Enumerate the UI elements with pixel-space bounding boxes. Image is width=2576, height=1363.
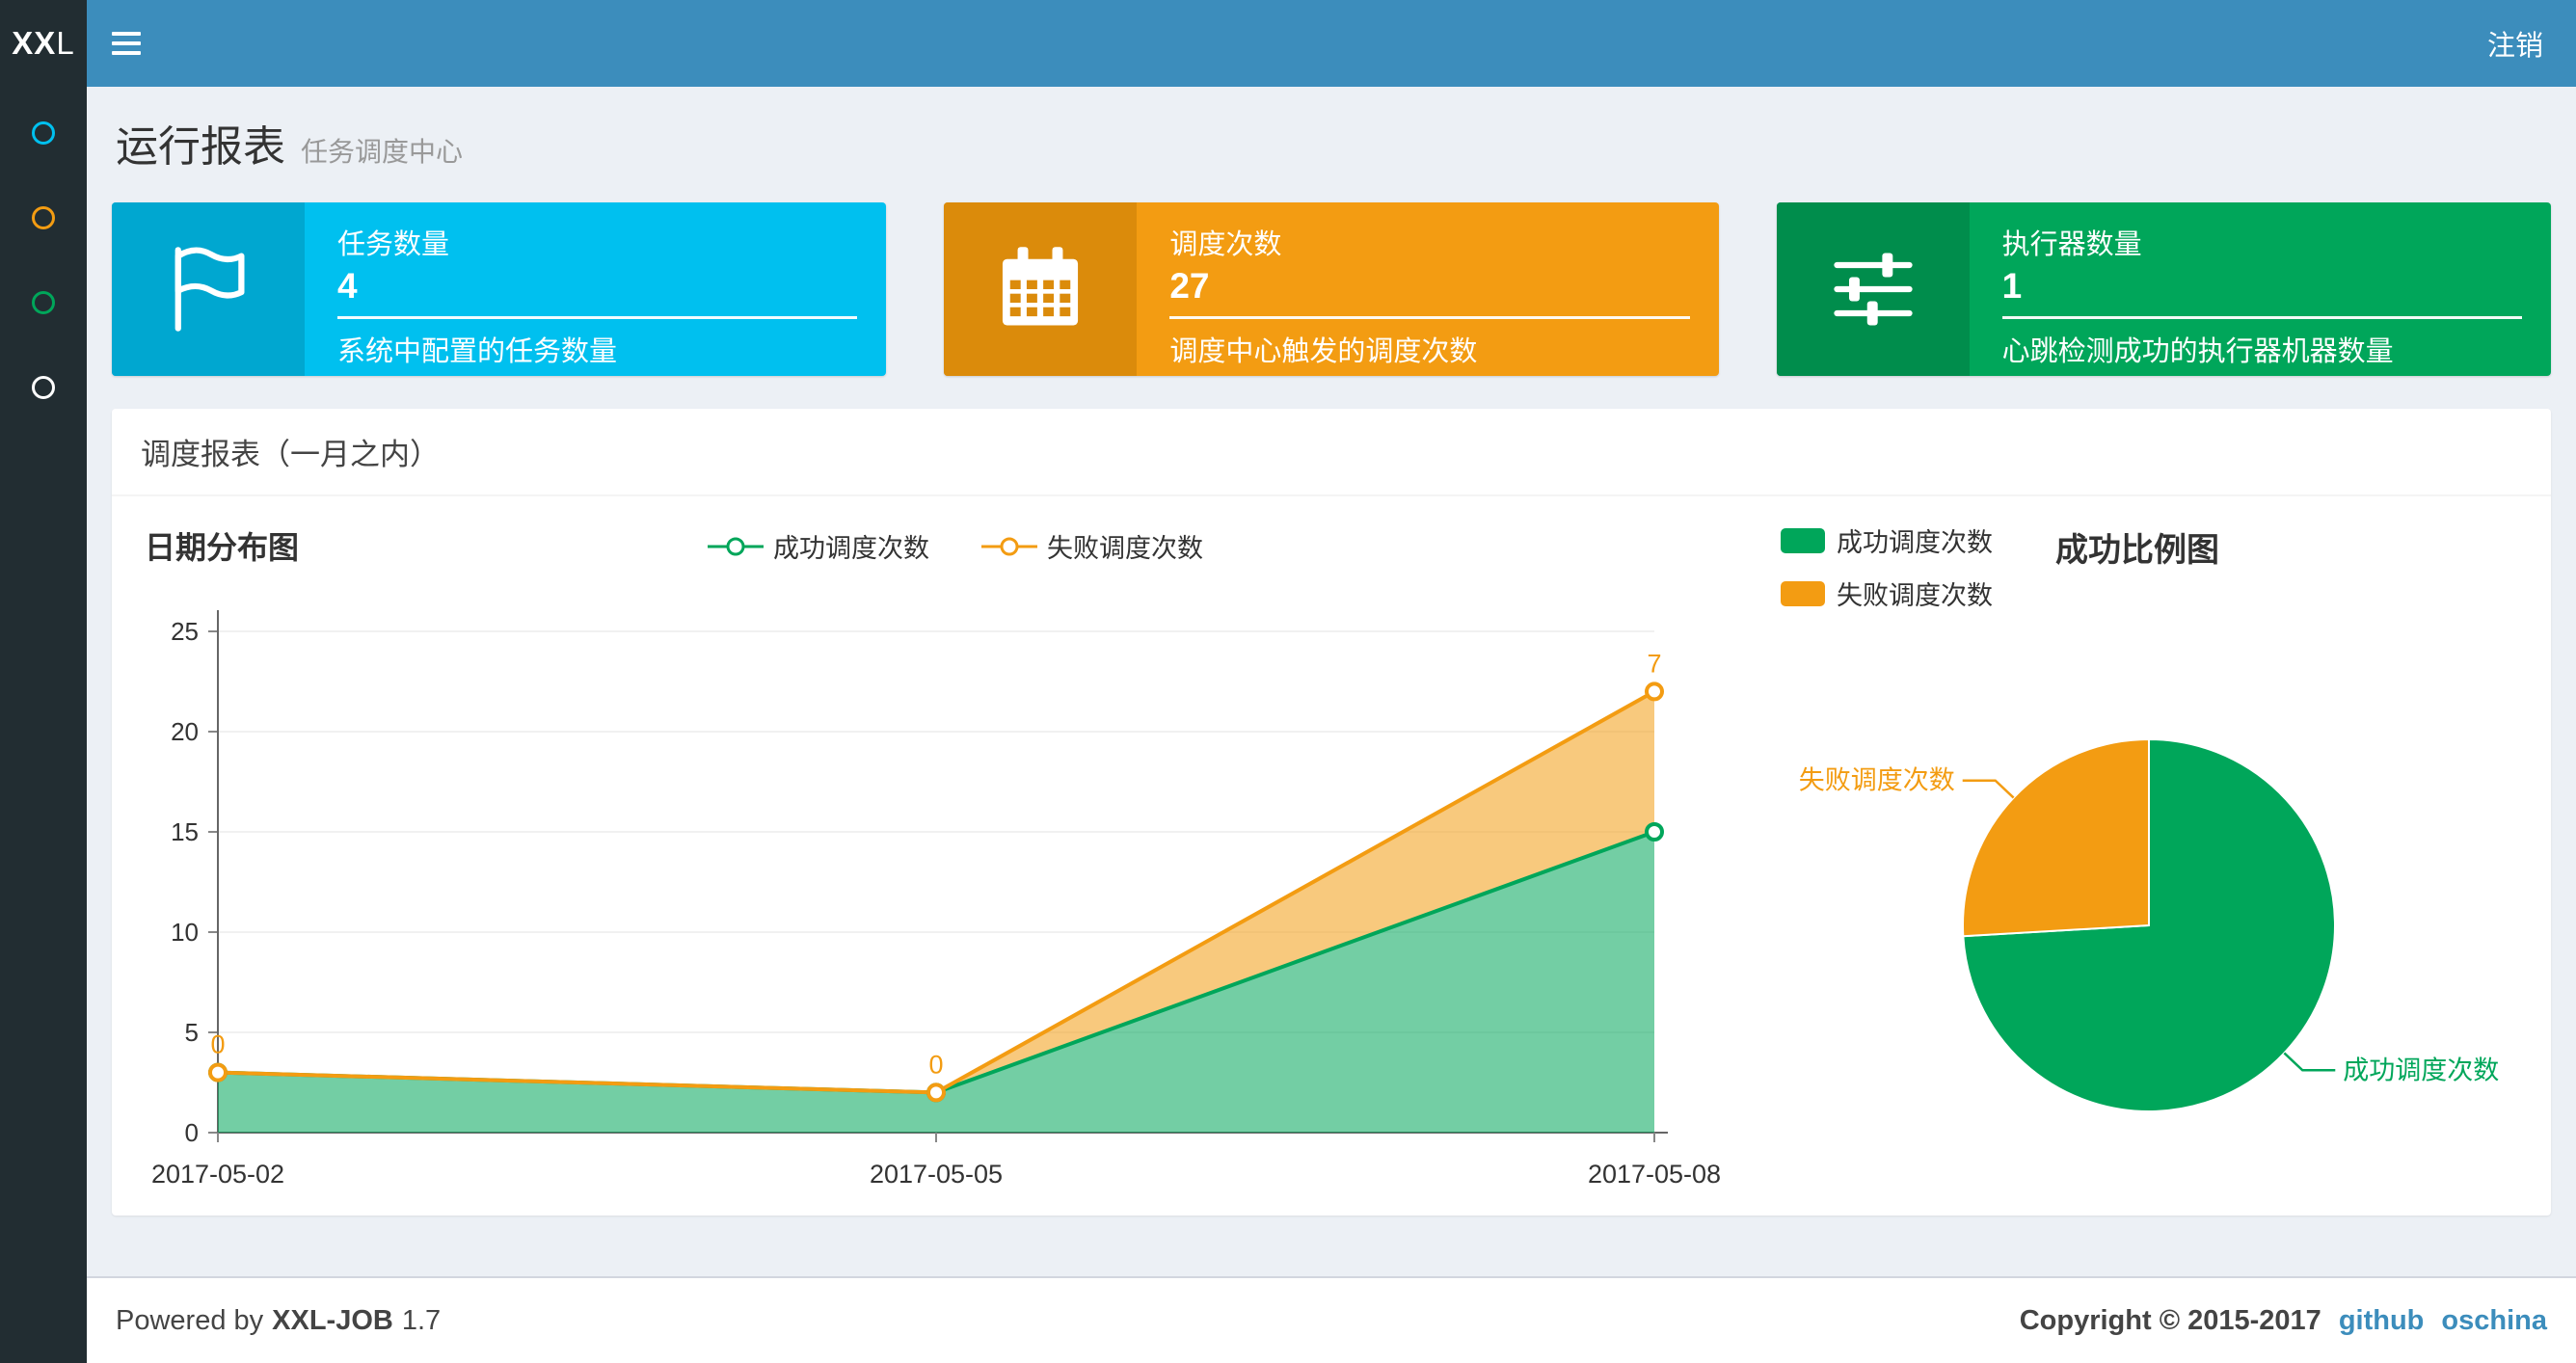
sidebar-item-job-log[interactable] (0, 260, 87, 345)
info-box-flag: 任务数量 4 系统中配置的任务数量 (112, 202, 887, 376)
github-link[interactable]: github (2339, 1305, 2425, 1337)
circle-icon (32, 291, 55, 314)
pie-legend-item-success[interactable]: 成功调度次数 (1781, 521, 1993, 559)
top-navbar: XX L 注销 (0, 0, 2576, 87)
svg-text:0: 0 (185, 1118, 199, 1147)
content-header: 运行报表 任务调度中心 (87, 87, 2576, 174)
sliders-icon (1776, 202, 1970, 376)
svg-text:2017-05-08: 2017-05-08 (1588, 1160, 1721, 1189)
svg-text:15: 15 (171, 817, 199, 846)
svg-text:20: 20 (171, 717, 199, 746)
info-box-value: 1 (2001, 266, 2023, 306)
svg-text:失败调度次数: 失败调度次数 (1799, 766, 1955, 795)
info-box-calendar: 调度次数 27 调度中心触发的调度次数 (944, 202, 1719, 376)
flag-icon (112, 202, 305, 376)
info-box-label: 任务数量 (337, 229, 450, 260)
powered-by: Powered by XXL-JOB 1.7 (116, 1304, 442, 1336)
legend-swatch-icon (1781, 527, 1825, 553)
sidebar-item-dashboard[interactable] (0, 91, 87, 175)
info-box-desc: 系统中配置的任务数量 (337, 336, 618, 367)
info-box-divider (337, 316, 858, 319)
panel-body: 日期分布图 成功调度次数 失败调度次数 0 5 10 15 20 25 2017-05-02 2… (112, 496, 2551, 1216)
brand-name: XXL-JOB (272, 1304, 393, 1336)
pie-slice-fail[interactable] (1962, 737, 2150, 938)
svg-text:2017-05-02: 2017-05-02 (151, 1160, 284, 1189)
sidebar-item-executor-manage[interactable] (0, 345, 87, 430)
info-box-desc: 调度中心触发的调度次数 (1169, 336, 1478, 367)
info-box-label: 执行器数量 (2001, 229, 2142, 260)
legend-item-fail[interactable]: 失败调度次数 (981, 527, 1203, 565)
report-panel: 调度报表（一月之内） 日期分布图 成功调度次数 失败调度次数 0 5 10 15 20 25… (112, 409, 2551, 1216)
svg-text:25: 25 (171, 617, 199, 646)
circle-icon (32, 121, 55, 145)
svg-text:0: 0 (210, 1030, 225, 1059)
info-box-row: 任务数量 4 系统中配置的任务数量 调度次数 27 调度中心触发的调度次数 执行器数量 1 心跳… (112, 202, 2551, 376)
info-box-divider (2001, 316, 2522, 319)
pie-section: 成功调度次数 失败调度次数 成功比例图 成功调度次数 失败调度次数 (1766, 496, 2551, 1216)
date-distribution-chart: 05101520252017-05-02 2017-05-05 2017-05-08… (151, 610, 1721, 1189)
pie-chart-title: 成功比例图 (2055, 532, 2219, 569)
line-marker-icon (981, 537, 1037, 555)
footer: Powered by XXL-JOB 1.7 Copyright © 2015-… (87, 1276, 2576, 1363)
svg-text:5: 5 (185, 1018, 199, 1047)
sidebar (0, 87, 87, 1363)
line-marker-icon (708, 537, 764, 555)
svg-text:0: 0 (928, 1050, 943, 1079)
svg-text:7: 7 (1647, 649, 1661, 678)
logo-text-bold: XX (12, 25, 57, 61)
svg-text:10: 10 (171, 918, 199, 947)
content-wrapper: 运行报表 任务调度中心 任务数量 4 系统中配置的任务数量 调度次数 27 调度中心触发的… (87, 87, 2576, 1276)
copyright: Copyright © 2015-2017 (2019, 1304, 2321, 1336)
version: 1.7 (401, 1304, 442, 1336)
logo-text: L (56, 25, 75, 61)
circle-icon (32, 206, 55, 229)
calendar-icon (944, 202, 1138, 376)
legend-item-success[interactable]: 成功调度次数 (708, 527, 929, 565)
page-subtitle: 任务调度中心 (301, 137, 464, 167)
info-box-desc: 心跳检测成功的执行器机器数量 (2001, 336, 2394, 367)
svg-text:成功调度次数: 成功调度次数 (2343, 1056, 2499, 1084)
svg-text:2017-05-05: 2017-05-05 (870, 1160, 1003, 1189)
info-box-value: 27 (1169, 266, 1210, 306)
sidebar-toggle-button[interactable] (87, 0, 166, 87)
page-title: 运行报表 (116, 123, 285, 171)
info-box-sliders: 执行器数量 1 心跳检测成功的执行器机器数量 (1776, 202, 2551, 376)
sidebar-item-job-manage[interactable] (0, 175, 87, 260)
info-box-value: 4 (337, 266, 358, 306)
panel-title: 调度报表（一月之内） (112, 409, 2551, 496)
circle-icon (32, 376, 55, 399)
hamburger-icon (112, 32, 141, 36)
logout-link[interactable]: 注销 (2455, 0, 2576, 87)
line-chart-legend: 成功调度次数 失败调度次数 (112, 527, 1799, 565)
info-box-label: 调度次数 (1169, 229, 1282, 260)
app-logo[interactable]: XX L (0, 0, 87, 87)
success-ratio-pie-chart: 成功调度次数 失败调度次数 (1799, 737, 2499, 1112)
info-box-divider (1169, 316, 1690, 319)
oschina-link[interactable]: oschina (2441, 1305, 2547, 1337)
